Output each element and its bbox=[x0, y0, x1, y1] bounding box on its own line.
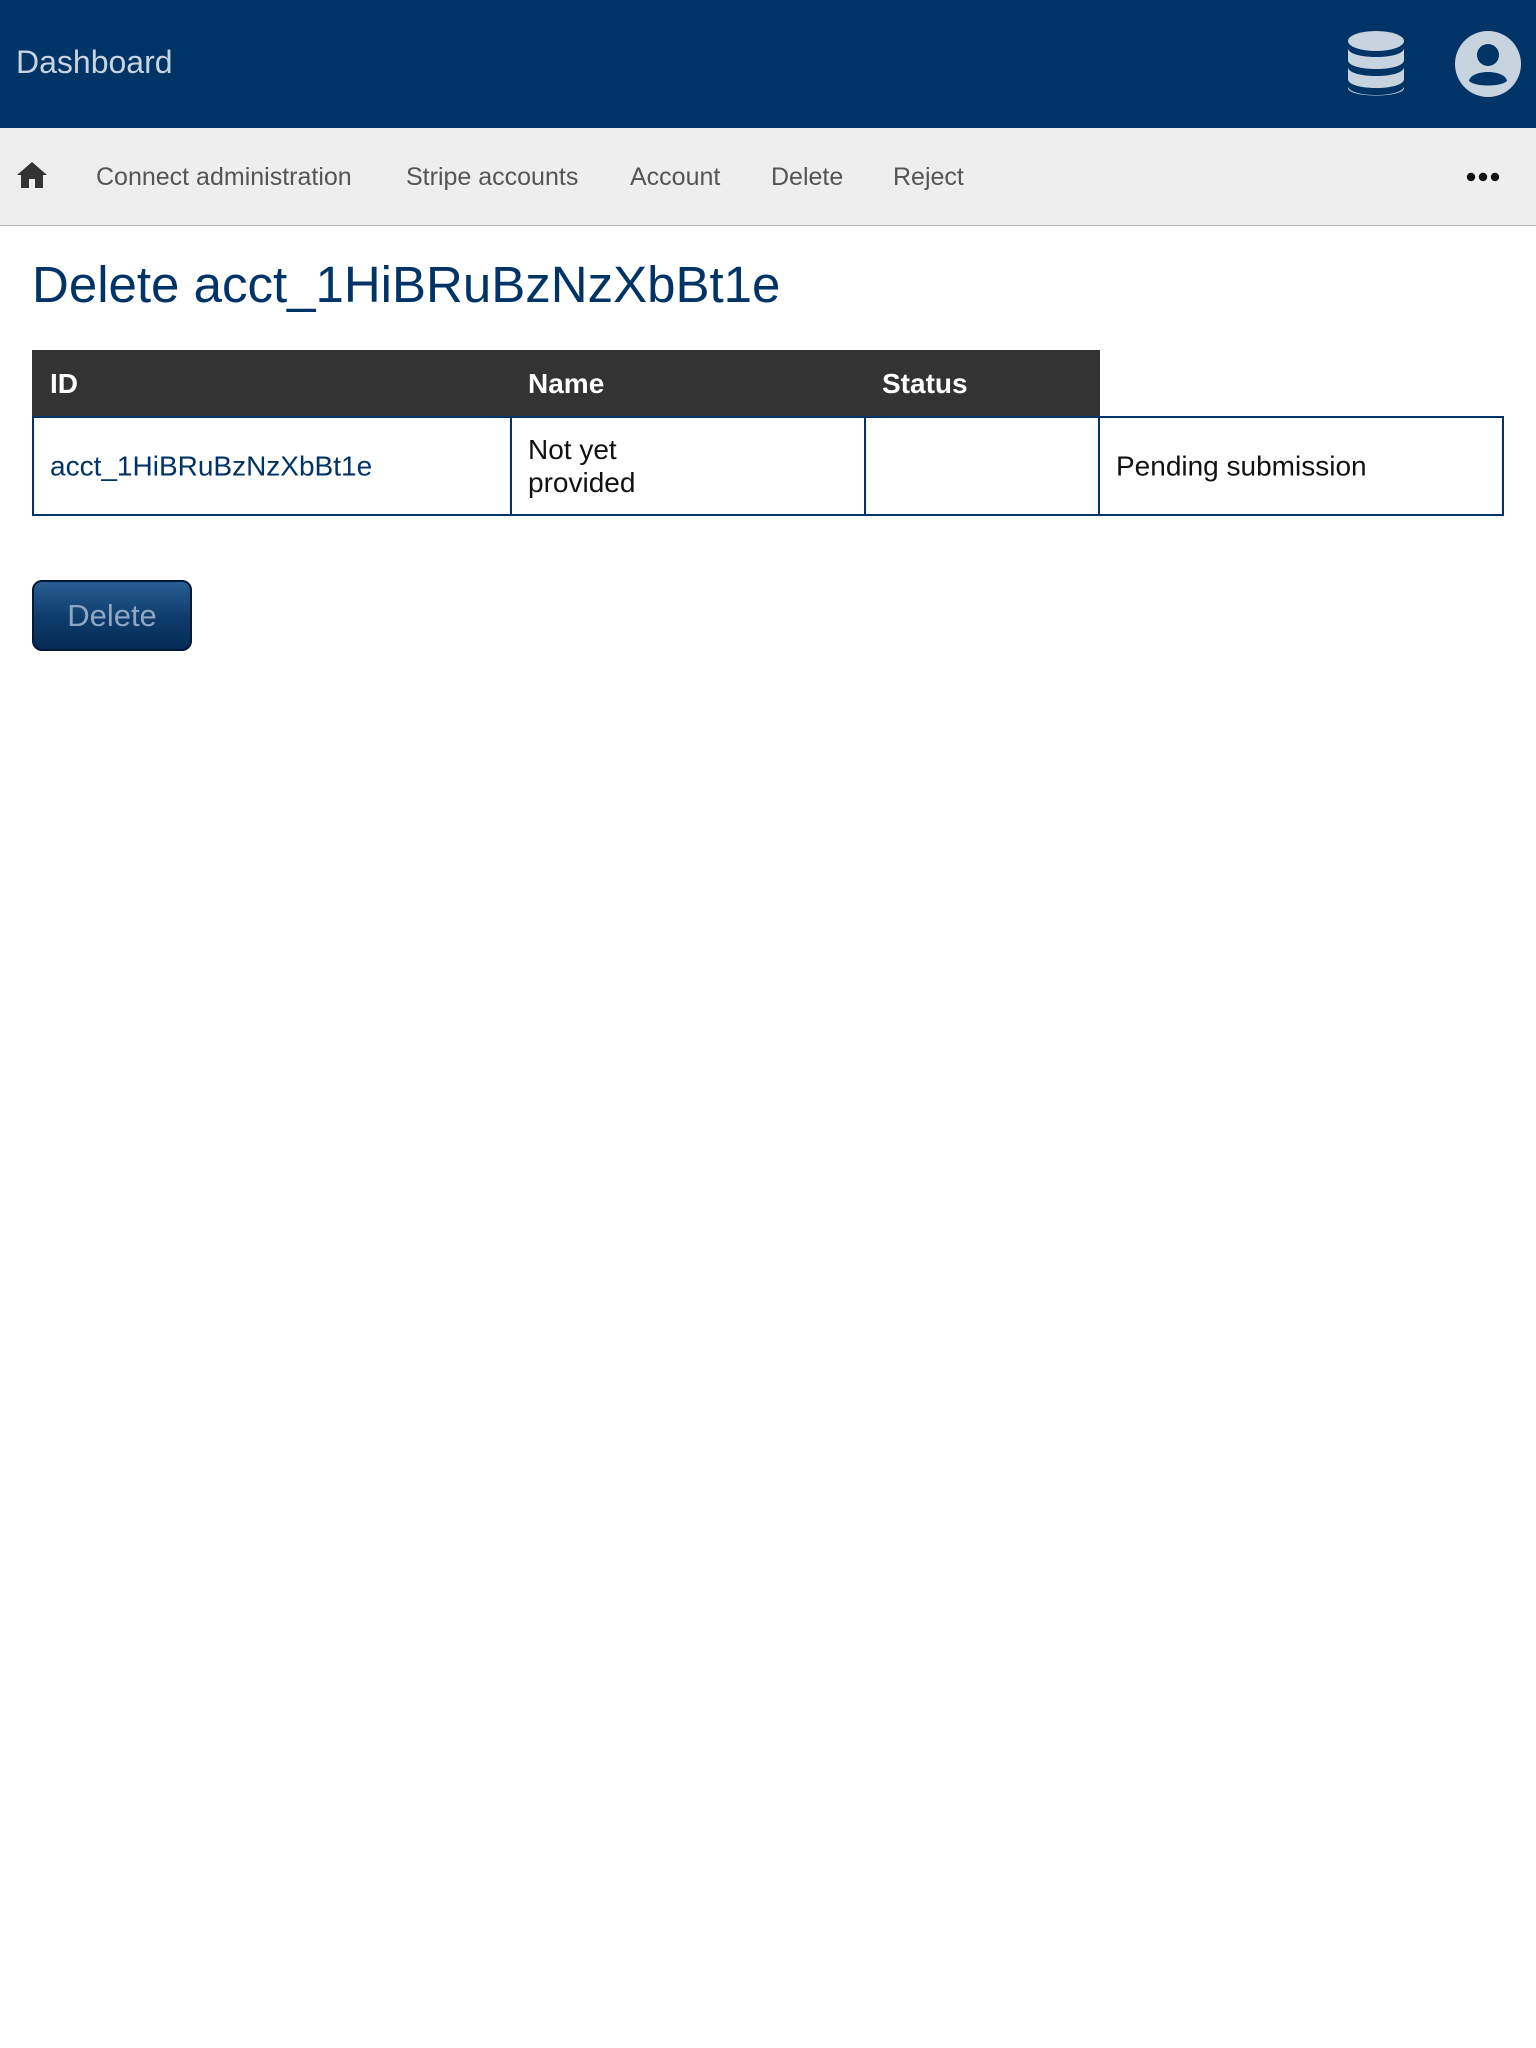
cell-name: Not yet provided bbox=[510, 416, 866, 516]
account-id-link[interactable]: acct_1HiBRuBzNzXbBt1e bbox=[50, 450, 372, 483]
column-header-status: Status bbox=[882, 368, 968, 399]
delete-button[interactable]: Delete bbox=[32, 580, 192, 651]
column-header-id: ID bbox=[50, 368, 78, 399]
account-name-line1: Not yet bbox=[528, 434, 617, 465]
nav-item-account[interactable]: Account bbox=[630, 161, 720, 193]
more-horizontal-icon[interactable] bbox=[1466, 172, 1500, 182]
column-header-name: Name bbox=[528, 368, 605, 399]
account-name-line2: provided bbox=[528, 467, 636, 498]
cell-status: Pending submission bbox=[1098, 416, 1504, 516]
table-header: ID Name Status bbox=[32, 350, 1100, 417]
home-icon[interactable] bbox=[16, 159, 48, 191]
app-header: Dashboard bbox=[0, 0, 1536, 128]
user-account-icon[interactable] bbox=[1455, 31, 1521, 97]
nav-item-reject[interactable]: Reject bbox=[893, 161, 964, 193]
app-title[interactable]: Dashboard bbox=[16, 40, 173, 84]
nav-item-delete[interactable]: Delete bbox=[771, 161, 843, 193]
nav-item-stripe-accounts[interactable]: Stripe accounts bbox=[406, 161, 578, 193]
cell-id: acct_1HiBRuBzNzXbBt1e bbox=[32, 416, 512, 516]
nav-item-connect-administration[interactable]: Connect administration bbox=[96, 161, 352, 193]
database-icon[interactable] bbox=[1346, 30, 1406, 98]
status-value: Pending submission bbox=[1116, 450, 1367, 482]
cell-empty bbox=[864, 416, 1100, 516]
account-name: Not yet provided bbox=[528, 433, 635, 499]
breadcrumb-nav: Connect administration Stripe accounts A… bbox=[0, 128, 1536, 226]
page-title: Delete acct_1HiBRuBzNzXbBt1e bbox=[32, 256, 781, 313]
table-row: acct_1HiBRuBzNzXbBt1e Not yet provided P… bbox=[32, 416, 1504, 516]
